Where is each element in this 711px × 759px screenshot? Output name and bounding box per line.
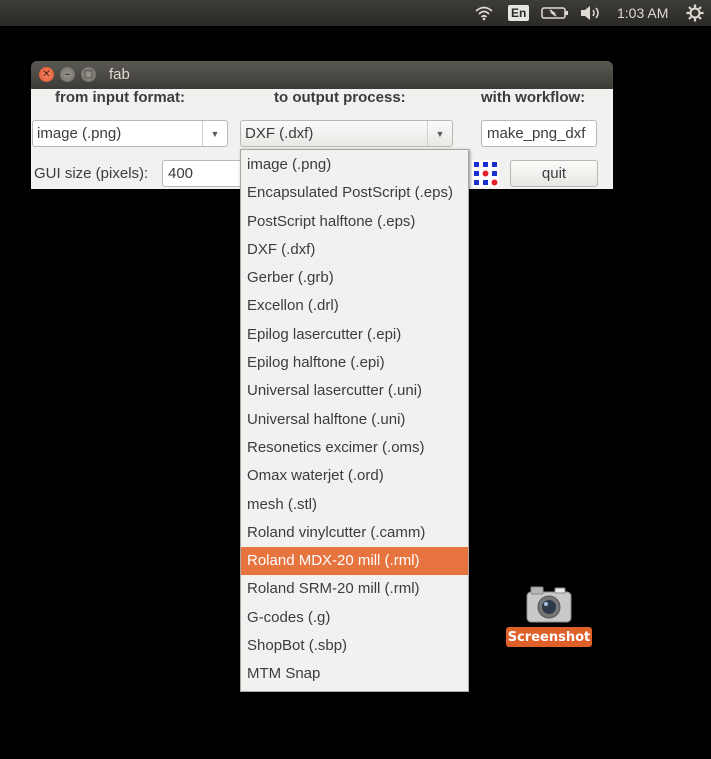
gui-size-label: GUI size (pixels): — [34, 165, 149, 182]
dropdown-item[interactable]: Epilog lasercutter (.epi) — [241, 321, 468, 349]
dropdown-item[interactable]: mesh (.stl) — [241, 491, 468, 519]
dropdown-item[interactable]: image (.png) — [241, 151, 468, 179]
wifi-icon[interactable] — [474, 3, 494, 23]
dropdown-item[interactable]: Resonetics excimer (.oms) — [241, 434, 468, 462]
close-button[interactable]: ✕ — [39, 67, 54, 82]
maximize-icon: □ — [83, 69, 94, 80]
dropdown-item[interactable]: ShopBot (.sbp) — [241, 632, 468, 660]
clock[interactable]: 1:03 AM — [617, 3, 668, 23]
dropdown-item[interactable]: Omax waterjet (.ord) — [241, 462, 468, 490]
top-panel: En 1:03 AM — [0, 0, 711, 26]
output-process-combo[interactable]: DXF (.dxf) ▼ — [240, 120, 453, 147]
dropdown-item[interactable]: MTM Snap — [241, 660, 468, 688]
workflow-header: with workflow: — [481, 89, 586, 106]
volume-icon[interactable] — [579, 3, 603, 23]
gui-size-input[interactable]: 400 — [162, 160, 242, 187]
input-format-combo[interactable]: image (.png) ▼ — [32, 120, 228, 147]
output-process-header: to output process: — [274, 89, 406, 106]
window-title: fab — [109, 66, 130, 83]
dropdown-item[interactable]: Roland SRM-20 mill (.rml) — [241, 575, 468, 603]
clock-time: 1:03 AM — [617, 5, 669, 21]
output-process-dropdown: image (.png) Encapsulated PostScript (.ep… — [240, 149, 469, 692]
minimize-icon: – — [65, 69, 70, 80]
dropdown-item[interactable]: G-codes (.g) — [241, 604, 468, 632]
maximize-button[interactable]: □ — [81, 67, 96, 82]
close-icon: ✕ — [42, 69, 51, 80]
input-format-value: image (.png) — [37, 125, 122, 142]
dropdown-item[interactable]: DXF (.dxf) — [241, 236, 468, 264]
dropdown-item[interactable]: Universal lasercutter (.uni) — [241, 377, 468, 405]
fab-logo-icon — [472, 160, 499, 187]
desktop-screenshot-icon[interactable]: Screenshot — [506, 582, 592, 648]
battery-icon[interactable] — [541, 3, 569, 23]
dropdown-item[interactable]: Universal halftone (.uni) — [241, 406, 468, 434]
dropdown-item[interactable]: Epilog halftone (.epi) — [241, 349, 468, 377]
desktop-icon-label: Screenshot — [506, 627, 592, 647]
dropdown-item[interactable]: Roland MDX-20 mill (.rml) — [241, 547, 468, 576]
dropdown-list: image (.png) Encapsulated PostScript (.ep… — [241, 150, 468, 689]
gui-size-value: 400 — [168, 165, 194, 182]
output-process-value: DXF (.dxf) — [245, 125, 314, 142]
camera-icon — [525, 584, 573, 628]
chevron-down-icon[interactable]: ▼ — [202, 121, 227, 146]
dropdown-item[interactable]: Encapsulated PostScript (.eps) — [241, 179, 468, 207]
quit-button[interactable]: quit — [510, 160, 598, 187]
workflow-value: make_png_dxf — [487, 125, 586, 142]
keyboard-language-indicator[interactable]: En — [508, 3, 530, 23]
gear-icon[interactable] — [686, 3, 704, 23]
minimize-button[interactable]: – — [60, 67, 75, 82]
window-titlebar[interactable]: ✕ – □ fab — [31, 61, 613, 89]
input-format-header: from input format: — [55, 89, 185, 106]
dropdown-item[interactable]: Gerber (.grb) — [241, 264, 468, 292]
dropdown-item[interactable]: Roland vinylcutter (.camm) — [241, 519, 468, 547]
dropdown-item[interactable]: PostScript halftone (.eps) — [241, 208, 468, 236]
dropdown-item[interactable]: Excellon (.drl) — [241, 292, 468, 320]
language-label: En — [508, 5, 530, 21]
workflow-field[interactable]: make_png_dxf — [481, 120, 597, 147]
chevron-down-icon[interactable]: ▼ — [427, 121, 452, 146]
